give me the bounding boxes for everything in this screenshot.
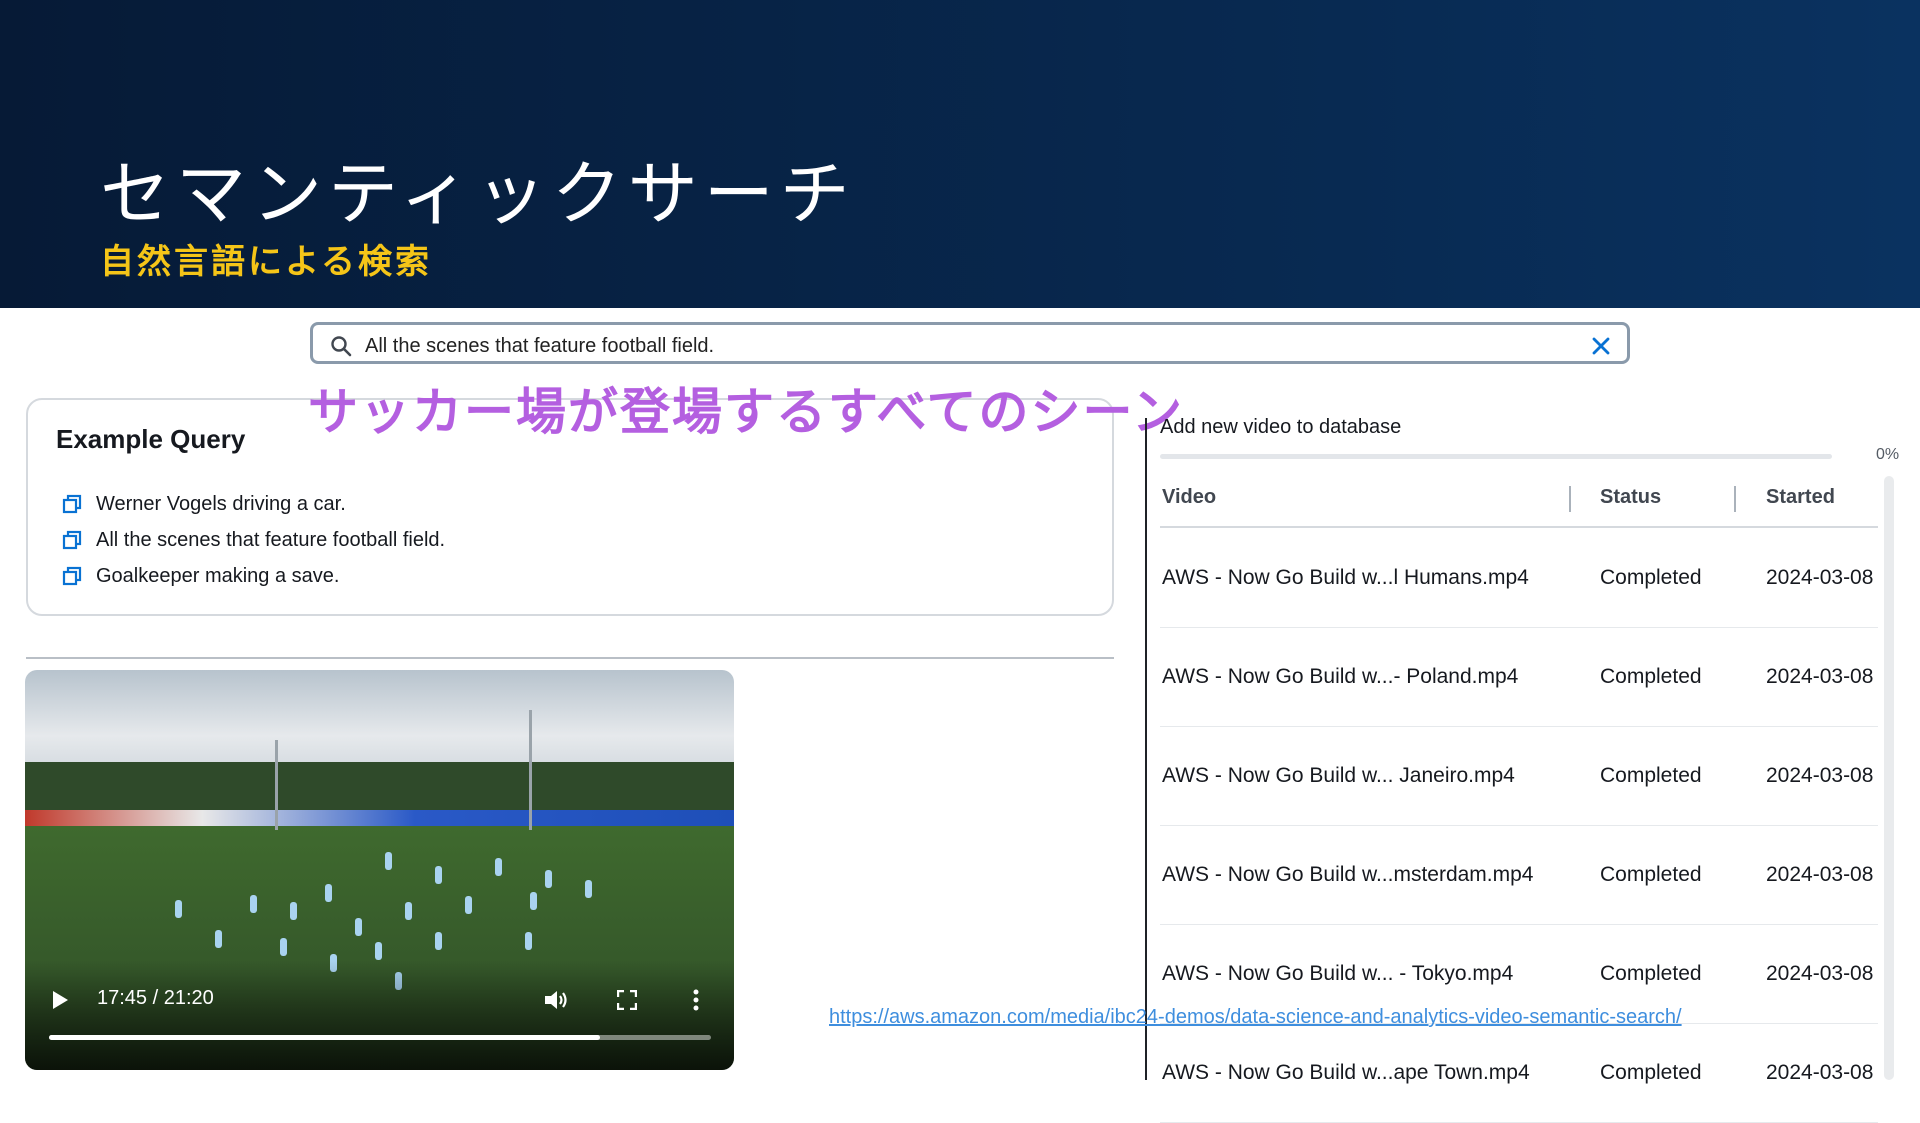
football-player xyxy=(385,852,392,870)
example-query-item[interactable]: Goalkeeper making a save. xyxy=(62,558,445,594)
table-row[interactable]: AWS - Now Go Build w...- Poland.mp4 Comp… xyxy=(1160,627,1878,727)
volume-icon[interactable] xyxy=(543,988,569,1012)
table-header: Video Status Started xyxy=(1160,470,1878,528)
football-player xyxy=(435,932,442,950)
video-started: 2024-03-08 xyxy=(1766,566,1874,589)
video-name: AWS - Now Go Build w... - Tokyo.mp4 xyxy=(1162,962,1514,985)
football-player xyxy=(465,896,472,914)
example-query-text: Goalkeeper making a save. xyxy=(96,564,340,587)
column-header-video[interactable]: Video xyxy=(1162,486,1216,509)
video-player[interactable]: 17:45 / 21:20 xyxy=(25,670,734,1070)
video-progress-fill xyxy=(49,1035,600,1040)
floodlight-mast xyxy=(275,740,278,830)
upload-progress-percent: 0% xyxy=(1876,446,1900,463)
example-query-text: Werner Vogels driving a car. xyxy=(96,492,346,515)
search-icon xyxy=(331,336,352,357)
football-player xyxy=(280,938,287,956)
football-player xyxy=(325,884,332,902)
example-query-list: Werner Vogels driving a car. All the sce… xyxy=(62,486,445,594)
video-controls-bar xyxy=(25,960,734,1070)
football-player xyxy=(375,942,382,960)
column-resizer[interactable] xyxy=(1734,486,1736,512)
football-player xyxy=(290,902,297,920)
example-query-text: All the scenes that feature football fie… xyxy=(96,528,446,551)
video-status: Completed xyxy=(1600,962,1702,985)
video-status: Completed xyxy=(1600,665,1702,688)
video-name: AWS - Now Go Build w...- Poland.mp4 xyxy=(1162,665,1519,688)
column-header-started[interactable]: Started xyxy=(1766,486,1835,509)
column-resizer[interactable] xyxy=(1569,486,1571,512)
video-name: AWS - Now Go Build w... Janeiro.mp4 xyxy=(1162,764,1515,787)
video-started: 2024-03-08 xyxy=(1766,962,1874,985)
copy-icon[interactable] xyxy=(62,530,82,550)
video-status: Completed xyxy=(1600,764,1702,787)
football-player xyxy=(530,892,537,910)
video-progress-bar[interactable] xyxy=(49,1035,711,1040)
video-name: AWS - Now Go Build w...msterdam.mp4 xyxy=(1162,863,1534,886)
page-subtitle: 自然言語による検索 xyxy=(100,242,432,282)
video-status: Completed xyxy=(1600,863,1702,886)
table-row[interactable]: AWS - Now Go Build w...msterdam.mp4 Comp… xyxy=(1160,825,1878,925)
video-time: 17:45 / 21:20 xyxy=(97,987,214,1009)
reference-link[interactable]: https://aws.amazon.com/media/ibc24-demos… xyxy=(829,1006,1682,1029)
football-player xyxy=(215,930,222,948)
close-icon[interactable] xyxy=(1589,334,1613,358)
table-row[interactable]: AWS - Now Go Build w... Janeiro.mp4 Comp… xyxy=(1160,726,1878,826)
floodlight-mast xyxy=(529,710,532,830)
football-player xyxy=(545,870,552,888)
example-query-title: Example Query xyxy=(56,424,246,454)
video-status: Completed xyxy=(1600,1061,1702,1084)
search-bar[interactable]: All the scenes that feature football fie… xyxy=(310,322,1630,364)
example-query-item[interactable]: All the scenes that feature football fie… xyxy=(62,522,445,558)
football-player xyxy=(355,918,362,936)
football-player xyxy=(495,858,502,876)
panel-divider xyxy=(1145,418,1147,1080)
video-started: 2024-03-08 xyxy=(1766,1061,1874,1084)
copy-icon[interactable] xyxy=(62,566,82,586)
fullscreen-icon[interactable] xyxy=(617,990,637,1010)
video-started: 2024-03-08 xyxy=(1766,764,1874,787)
video-started: 2024-03-08 xyxy=(1766,863,1874,886)
football-player xyxy=(175,900,182,918)
table-row[interactable]: AWS - Now Go Build w...l Humans.mp4 Comp… xyxy=(1160,528,1878,628)
add-video-label: Add new video to database xyxy=(1160,416,1402,438)
section-divider xyxy=(26,657,1114,659)
video-name: AWS - Now Go Build w...ape Town.mp4 xyxy=(1162,1061,1530,1084)
header-banner: セマンティックサーチ 自然言語による検索 xyxy=(0,0,1920,308)
more-options-icon[interactable] xyxy=(693,988,699,1012)
football-player xyxy=(405,902,412,920)
football-player xyxy=(250,895,257,913)
table-row[interactable]: AWS - Now Go Build w...ape Town.mp4 Comp… xyxy=(1160,1023,1878,1123)
page-title: セマンティックサーチ xyxy=(100,153,856,235)
play-icon[interactable] xyxy=(51,990,69,1010)
video-started: 2024-03-08 xyxy=(1766,665,1874,688)
football-player xyxy=(525,932,532,950)
column-header-status[interactable]: Status xyxy=(1600,486,1661,509)
upload-progress-bar xyxy=(1160,454,1832,459)
table-scrollbar[interactable] xyxy=(1884,476,1894,1080)
copy-icon[interactable] xyxy=(62,494,82,514)
video-name: AWS - Now Go Build w...l Humans.mp4 xyxy=(1162,566,1529,589)
example-query-item[interactable]: Werner Vogels driving a car. xyxy=(62,486,445,522)
overlay-caption: サッカー場が登場するすべてのシーン xyxy=(308,383,1184,441)
video-status: Completed xyxy=(1600,566,1702,589)
search-input[interactable]: All the scenes that feature football fie… xyxy=(365,335,714,358)
football-player xyxy=(585,880,592,898)
football-player xyxy=(435,866,442,884)
